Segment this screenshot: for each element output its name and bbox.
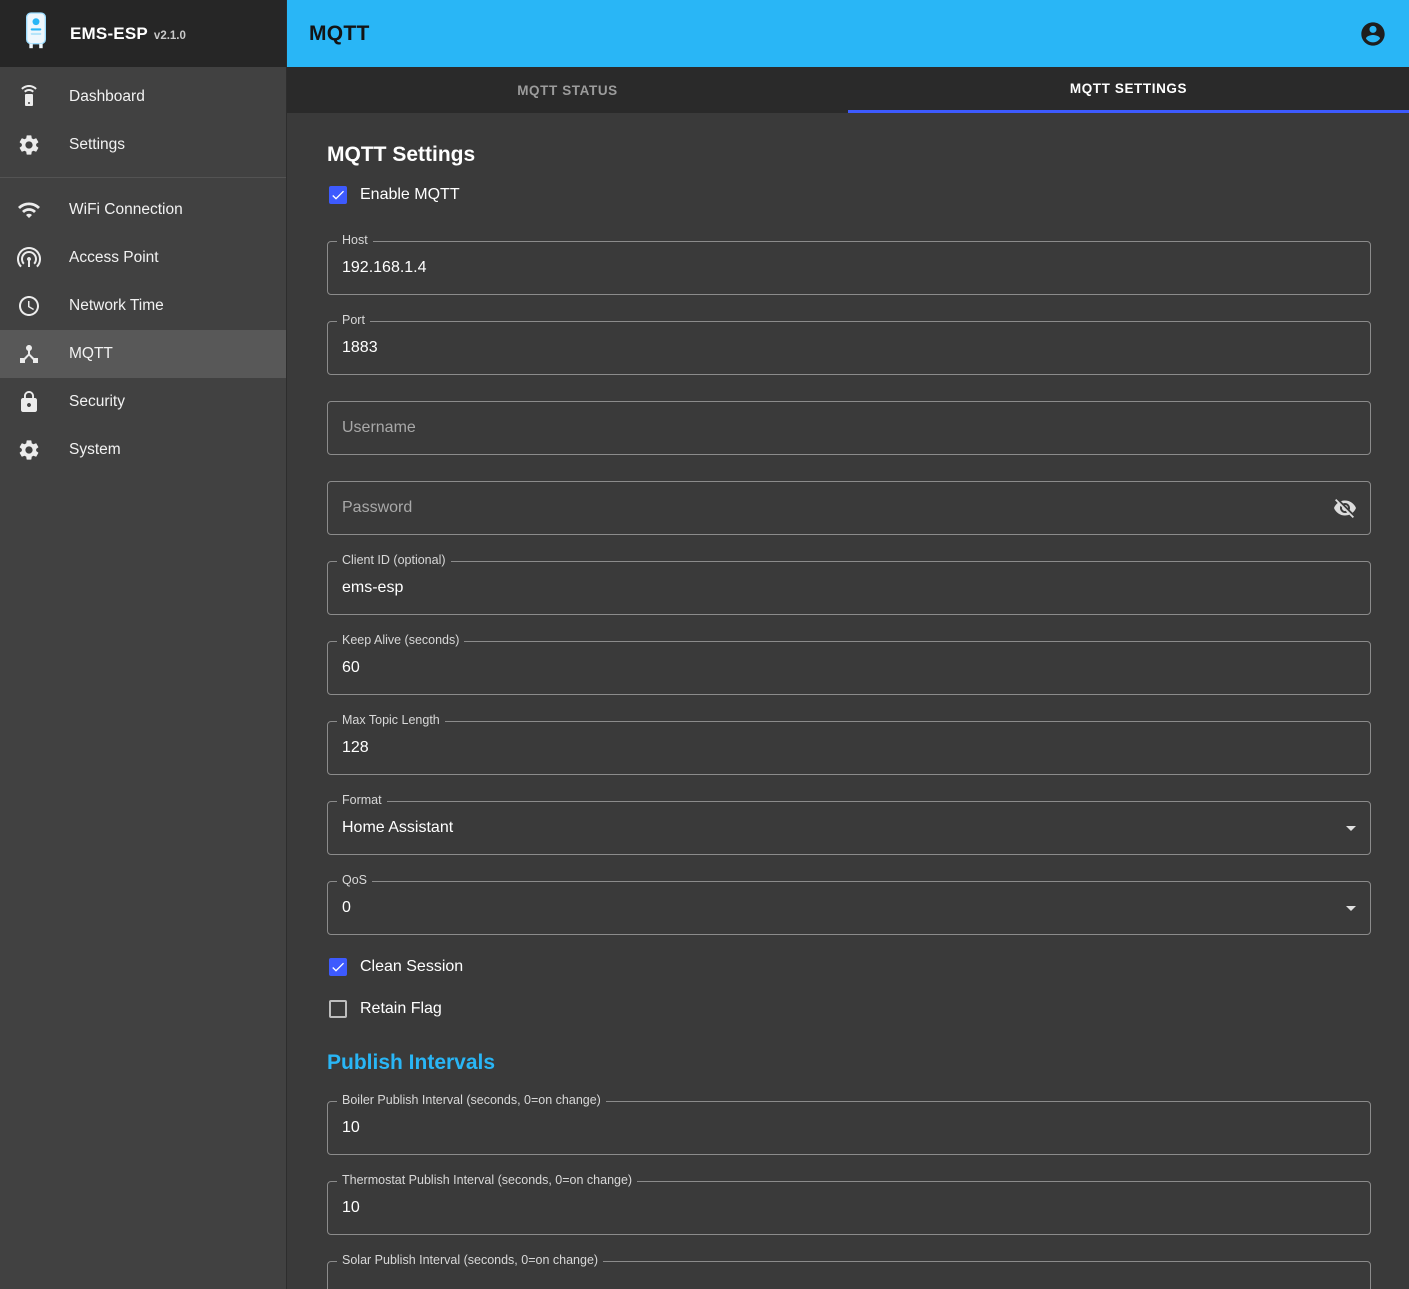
host-input[interactable]	[327, 241, 1371, 295]
sidebar-item-dashboard[interactable]: Dashboard	[0, 73, 286, 121]
gear-icon	[17, 438, 41, 462]
app-name: EMS-ESP	[70, 24, 148, 43]
sidebar-item-label: Settings	[69, 136, 125, 154]
retain-flag-checkbox-row[interactable]: Retain Flag	[329, 997, 1371, 1021]
check-icon	[330, 959, 346, 975]
boiler-publish-interval-label: Boiler Publish Interval (seconds, 0=on c…	[337, 1094, 606, 1107]
solar-publish-interval-field: Solar Publish Interval (seconds, 0=on ch…	[327, 1261, 1371, 1289]
sidebar-item-label: Security	[69, 393, 125, 411]
sidebar-item-network-time[interactable]: Network Time	[0, 282, 286, 330]
password-field	[327, 481, 1371, 535]
sidebar-item-label: Network Time	[69, 297, 164, 315]
port-field: Port	[327, 321, 1371, 375]
enable-mqtt-checkbox-row[interactable]: Enable MQTT	[329, 183, 1371, 207]
app-title: EMS-ESP v2.1.0	[70, 24, 186, 44]
port-input[interactable]	[327, 321, 1371, 375]
visibility-off-icon[interactable]	[1333, 496, 1357, 520]
app-logo-icon	[20, 10, 52, 57]
sidebar-item-label: System	[69, 441, 121, 459]
sidebar-item-settings[interactable]: Settings	[0, 121, 286, 169]
sidebar-item-label: Dashboard	[69, 88, 145, 106]
sidebar-nav: Dashboard Settings WiFi Connection Acces…	[0, 67, 286, 474]
main-area: MQTT MQTT STATUS MQTT SETTINGS MQTT Sett…	[287, 0, 1409, 1289]
remote-device-icon	[17, 85, 41, 109]
format-select[interactable]: Home Assistant	[327, 801, 1371, 855]
sidebar-item-system[interactable]: System	[0, 426, 286, 474]
qos-select-value: 0	[342, 899, 351, 917]
sidebar-item-security[interactable]: Security	[0, 378, 286, 426]
thermostat-publish-interval-input[interactable]	[327, 1181, 1371, 1235]
keep-alive-field-label: Keep Alive (seconds)	[337, 634, 464, 647]
qos-select[interactable]: 0	[327, 881, 1371, 935]
port-field-label: Port	[337, 314, 370, 327]
format-field-label: Format	[337, 794, 387, 807]
client-id-field: Client ID (optional)	[327, 561, 1371, 615]
retain-flag-label: Retain Flag	[360, 1000, 442, 1018]
client-id-field-label: Client ID (optional)	[337, 554, 451, 567]
clean-session-checkbox-row[interactable]: Clean Session	[329, 955, 1371, 979]
clean-session-label: Clean Session	[360, 958, 463, 976]
form-title: MQTT Settings	[327, 143, 1371, 167]
max-topic-length-input[interactable]	[327, 721, 1371, 775]
tab-mqtt-settings[interactable]: MQTT SETTINGS	[848, 67, 1409, 113]
device-hub-icon	[17, 342, 41, 366]
tab-bar: MQTT STATUS MQTT SETTINGS	[287, 67, 1409, 113]
sidebar-item-label: Access Point	[69, 249, 159, 267]
sidebar-divider	[0, 177, 286, 178]
thermostat-publish-interval-field: Thermostat Publish Interval (seconds, 0=…	[327, 1181, 1371, 1235]
clean-session-checkbox[interactable]	[329, 958, 347, 976]
password-input[interactable]	[327, 481, 1371, 535]
publish-intervals-heading: Publish Intervals	[327, 1051, 1371, 1075]
settings-panel: MQTT Settings Enable MQTT Host Port Clie…	[287, 113, 1409, 1289]
sidebar-item-mqtt[interactable]: MQTT	[0, 330, 286, 378]
max-topic-length-field: Max Topic Length	[327, 721, 1371, 775]
boiler-publish-interval-field: Boiler Publish Interval (seconds, 0=on c…	[327, 1101, 1371, 1155]
sidebar-item-label: WiFi Connection	[69, 201, 183, 219]
sidebar-item-label: MQTT	[69, 345, 113, 363]
wifi-tethering-icon	[17, 246, 41, 270]
tab-mqtt-status[interactable]: MQTT STATUS	[287, 67, 848, 113]
page-title: MQTT	[309, 22, 1359, 46]
enable-mqtt-label: Enable MQTT	[360, 186, 460, 204]
host-field: Host	[327, 241, 1371, 295]
format-field: Format Home Assistant	[327, 801, 1371, 855]
wifi-icon	[17, 198, 41, 222]
solar-publish-interval-label: Solar Publish Interval (seconds, 0=on ch…	[337, 1254, 603, 1267]
max-topic-length-field-label: Max Topic Length	[337, 714, 445, 727]
sidebar-header: EMS-ESP v2.1.0	[0, 0, 286, 67]
keep-alive-input[interactable]	[327, 641, 1371, 695]
gear-icon	[17, 133, 41, 157]
username-input[interactable]	[327, 401, 1371, 455]
retain-flag-checkbox[interactable]	[329, 1000, 347, 1018]
enable-mqtt-checkbox[interactable]	[329, 186, 347, 204]
qos-field: QoS 0	[327, 881, 1371, 935]
lock-icon	[17, 390, 41, 414]
host-field-label: Host	[337, 234, 373, 247]
format-select-value: Home Assistant	[342, 819, 453, 837]
check-icon	[330, 187, 346, 203]
clock-icon	[17, 294, 41, 318]
app-version: v2.1.0	[154, 30, 186, 42]
username-field	[327, 401, 1371, 455]
appbar: MQTT	[287, 0, 1409, 67]
qos-field-label: QoS	[337, 874, 372, 887]
keep-alive-field: Keep Alive (seconds)	[327, 641, 1371, 695]
thermostat-publish-interval-label: Thermostat Publish Interval (seconds, 0=…	[337, 1174, 637, 1187]
client-id-input[interactable]	[327, 561, 1371, 615]
sidebar-item-wifi-connection[interactable]: WiFi Connection	[0, 186, 286, 234]
sidebar-item-access-point[interactable]: Access Point	[0, 234, 286, 282]
boiler-publish-interval-input[interactable]	[327, 1101, 1371, 1155]
sidebar: EMS-ESP v2.1.0 Dashboard Settings WiFi Co…	[0, 0, 287, 1289]
account-circle-icon[interactable]	[1359, 20, 1387, 48]
